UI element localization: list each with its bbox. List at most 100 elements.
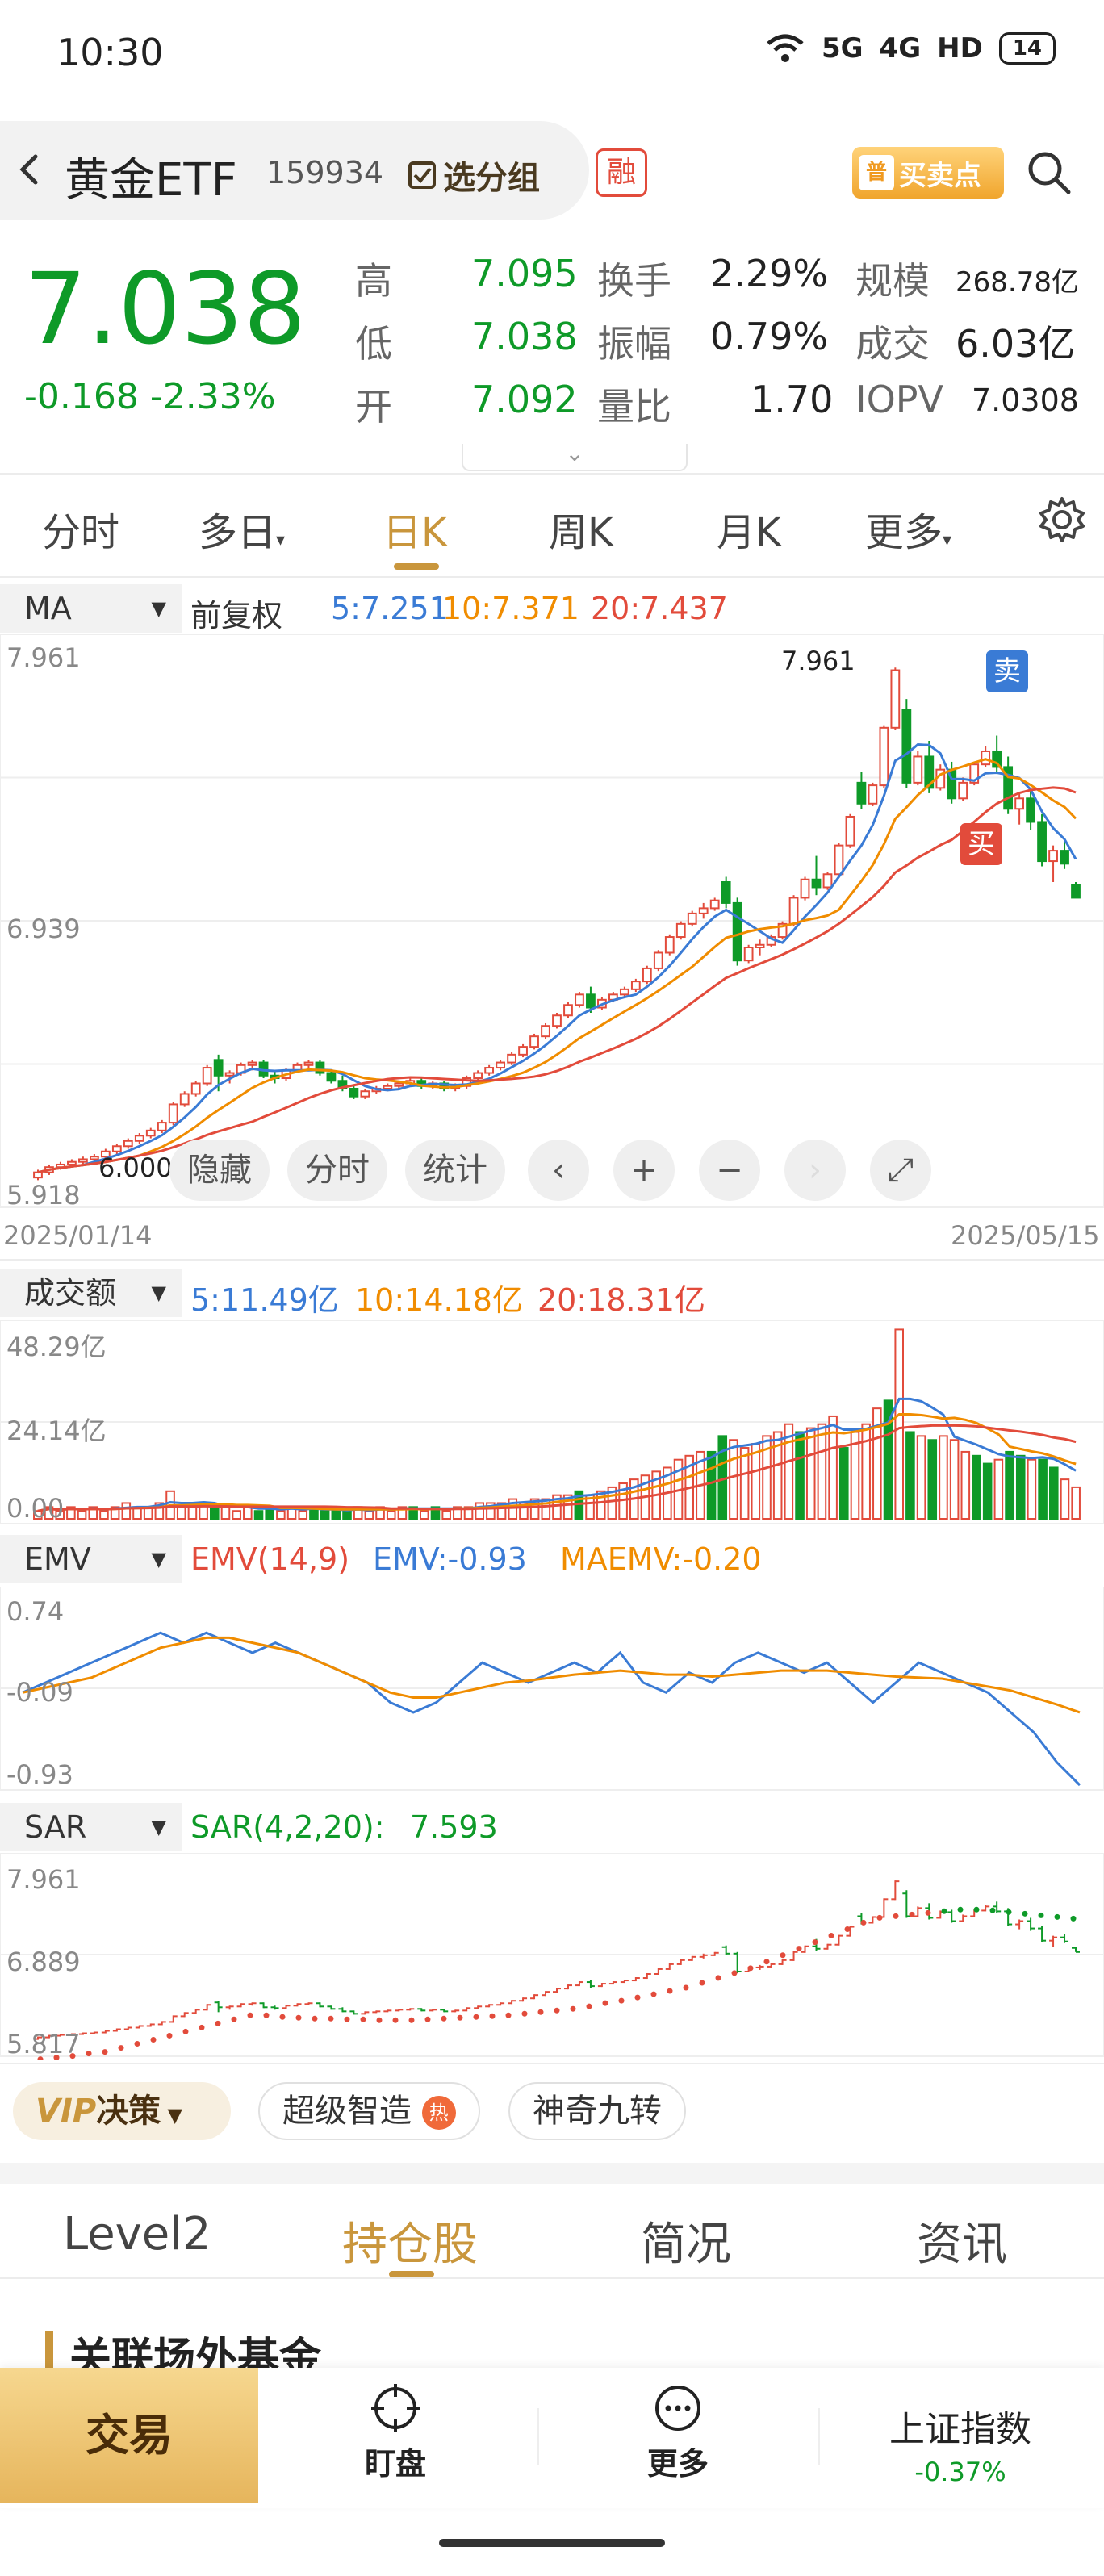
chevron-right-icon[interactable]: ›: [784, 1140, 846, 1201]
candle-body: [1060, 850, 1069, 865]
sar-dot: [1054, 1913, 1060, 1920]
stock-name: 黄金ETF: [65, 154, 237, 207]
bottom-nav: 交易 盯盘 更多 上证指数 -0.37%: [0, 2368, 1104, 2508]
volume-selector[interactable]: 成交额 ▼: [0, 1269, 182, 1317]
search-icon[interactable]: [1025, 148, 1073, 197]
candle-body: [879, 726, 889, 787]
tab-daily-k[interactable]: 日K: [383, 500, 446, 557]
candle-body: [800, 878, 810, 899]
index-name[interactable]: 上证指数: [823, 2400, 1098, 2452]
candle-body: [630, 981, 641, 990]
tab-holdings[interactable]: 持仓股: [342, 2208, 478, 2273]
volume-bar: [905, 1431, 915, 1520]
buy-sell-point-button[interactable]: 普 买卖点: [852, 147, 1004, 199]
sar-dot: [860, 1919, 867, 1926]
chevron-down-icon: ▾: [276, 530, 286, 550]
buy-signal[interactable]: 买: [960, 823, 1002, 865]
volume-bar: [253, 1510, 264, 1520]
volume-bar: [729, 1439, 738, 1520]
watch-button[interactable]: 盯盘: [323, 2368, 468, 2503]
candle-body: [145, 1129, 156, 1137]
margin-badge[interactable]: 融: [596, 148, 647, 197]
adjust-mode[interactable]: 前复权: [190, 591, 282, 635]
quote-row-2: 低 7.038 振幅 0.79% 成交 6.03亿: [355, 315, 1081, 379]
tab-level2[interactable]: Level2: [63, 2208, 211, 2260]
stats-button[interactable]: 统计: [405, 1140, 505, 1201]
candle-body: [642, 967, 652, 983]
select-group-button[interactable]: 选分组: [408, 152, 540, 199]
candle-body: [134, 1135, 144, 1142]
candle-body: [247, 1061, 257, 1066]
tab-news[interactable]: 资讯: [917, 2208, 1007, 2273]
ma-selector[interactable]: MA ▼: [0, 584, 182, 633]
tab-overview[interactable]: 简况: [641, 2208, 731, 2273]
sar-chart[interactable]: [0, 1853, 1104, 2060]
pu-icon: 普: [859, 155, 894, 190]
sar-dot: [876, 1914, 883, 1921]
volume-bar: [1015, 1454, 1026, 1520]
sar-axis-mid: 6.889: [6, 1947, 81, 1977]
section-marker: [45, 2331, 53, 2369]
ma-panel-header: MA ▼ 前复权 5:7.251 10:7.371 20:7.437: [0, 584, 1104, 635]
volume-bar: [210, 1506, 220, 1520]
sar-dot: [973, 1906, 980, 1913]
sar-dot: [166, 2032, 173, 2039]
fullscreen-icon[interactable]: ⤢: [870, 1140, 931, 1201]
k-axis-top: 7.961: [6, 642, 81, 673]
sar-selector[interactable]: SAR ▼: [0, 1803, 182, 1851]
tab-timeshare[interactable]: 分时: [42, 500, 119, 557]
zoom-in-icon[interactable]: +: [613, 1140, 675, 1201]
sar-dot: [505, 2012, 512, 2018]
sar-dot: [360, 2016, 366, 2022]
volume-bar: [1005, 1450, 1014, 1520]
volume-chart[interactable]: [0, 1320, 1104, 1527]
tab-weekly-k[interactable]: 周K: [549, 500, 613, 557]
super-strategy-button[interactable]: 超级智造 热: [258, 2082, 480, 2140]
chevron-left-icon[interactable]: ‹: [528, 1140, 589, 1201]
ma20-line: [37, 786, 1077, 1174]
candle-body: [1048, 850, 1058, 863]
divider: [0, 2063, 1104, 2064]
maemv-line: [22, 1636, 1081, 1714]
candle-body: [811, 878, 822, 889]
hide-button[interactable]: 隐藏: [169, 1140, 270, 1201]
crosshair-icon: [371, 2384, 420, 2432]
volume-bar: [176, 1506, 186, 1520]
status-bar: 10:30 5G 4G HD 14: [0, 0, 1104, 105]
timeshare-button[interactable]: 分时: [287, 1140, 387, 1201]
home-indicator[interactable]: [439, 2539, 665, 2547]
tab-monthly-k[interactable]: 月K: [717, 500, 780, 557]
magic-nine-button[interactable]: 神奇九转: [508, 2082, 686, 2140]
sar-dot: [650, 1991, 657, 1997]
emv-selector[interactable]: EMV ▼: [0, 1535, 182, 1583]
candle-body: [1037, 821, 1047, 863]
high-value: 7.095: [471, 252, 578, 295]
expand-quote-button[interactable]: ⌄: [462, 442, 688, 471]
zoom-out-icon[interactable]: −: [699, 1140, 760, 1201]
sar-dot: [1038, 1912, 1044, 1918]
volume-bar: [839, 1447, 849, 1520]
signal-5g-icon: 5G: [821, 32, 864, 65]
sar-dot: [941, 1908, 947, 1914]
vip-decision-button[interactable]: VIP决策 ▼: [13, 2082, 231, 2140]
volume-bar: [894, 1328, 904, 1520]
volume-bar: [77, 1510, 87, 1520]
tab-more[interactable]: 更多▾: [865, 500, 951, 557]
candle-body: [507, 1053, 516, 1064]
sell-signal[interactable]: 卖: [986, 650, 1028, 692]
maemv-value: MAEMV:-0.20: [560, 1541, 762, 1577]
back-icon[interactable]: [15, 153, 47, 186]
candlestick-chart[interactable]: [0, 634, 1104, 1215]
vol-axis-bottom: 0.00: [6, 1493, 65, 1524]
sar-dot: [602, 2000, 608, 2006]
ma-selector-label: MA: [24, 591, 72, 626]
volume-bar: [949, 1439, 960, 1520]
more-button[interactable]: 更多: [605, 2368, 751, 2503]
amplitude-value: 0.79%: [710, 315, 829, 358]
open-value: 7.092: [471, 378, 578, 421]
trade-button[interactable]: 交易: [0, 2368, 258, 2503]
tab-multiday[interactable]: 多日▾: [199, 500, 285, 557]
gear-icon[interactable]: [1038, 496, 1086, 544]
emv-line: [22, 1631, 1081, 1787]
emv-chart[interactable]: [0, 1587, 1104, 1793]
